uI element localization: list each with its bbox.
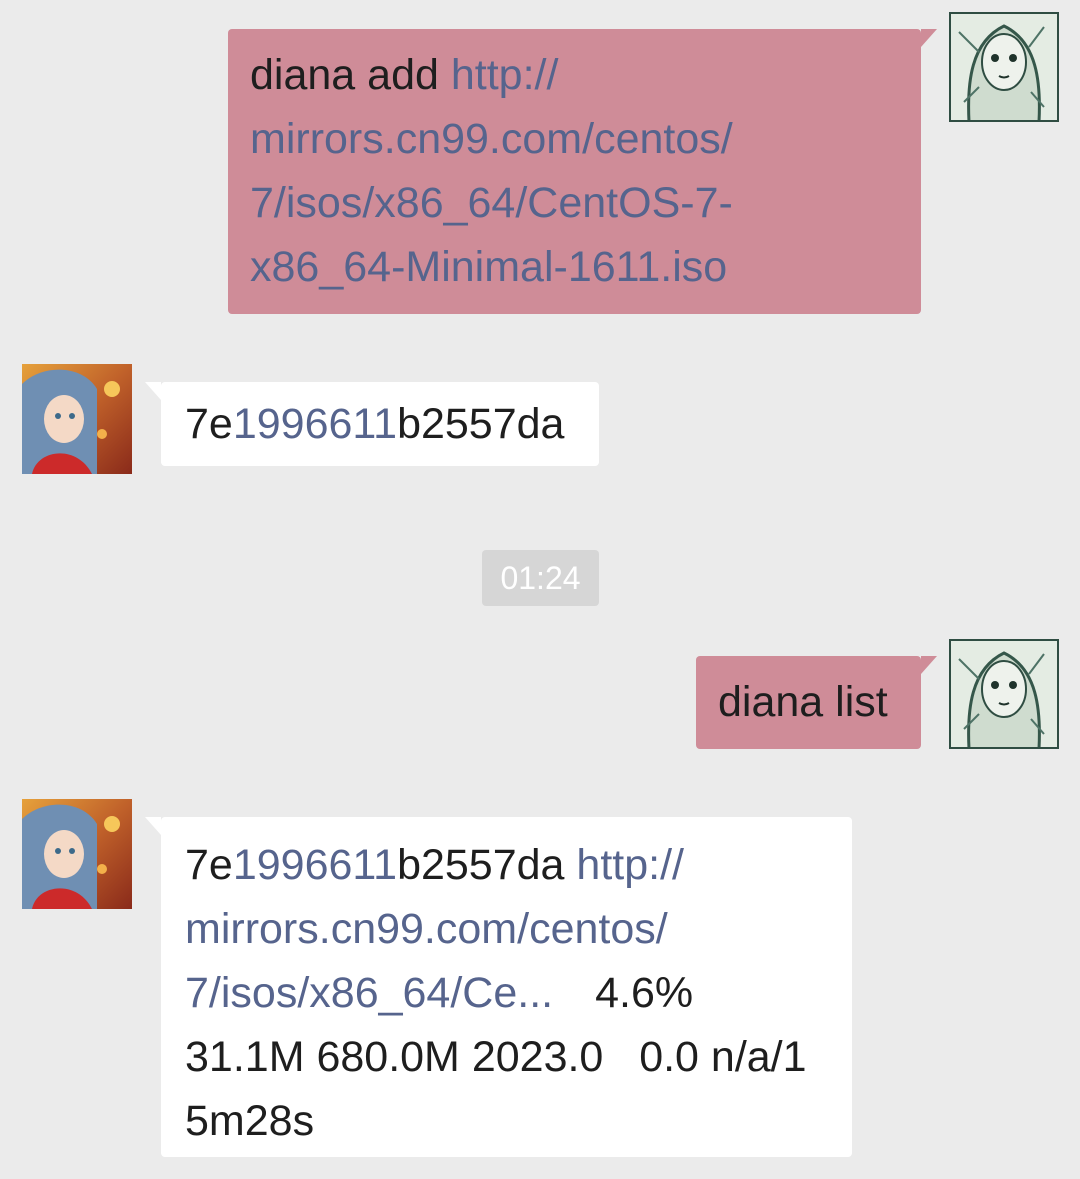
url-link-line-3[interactable]: 7/isos/x86_64/Ce... — [185, 969, 553, 1017]
self-avatar[interactable] — [949, 12, 1059, 122]
url-link-line-4[interactable]: x86_64-Minimal-1611.iso — [250, 235, 899, 299]
progress-percent: 4.6% — [595, 969, 694, 1017]
bubble-tail — [145, 382, 161, 400]
bubble-tail — [921, 656, 937, 674]
task-id-digits[interactable]: 1996611 — [233, 400, 397, 448]
incoming-message-id[interactable]: 7e1996611b2557da — [145, 382, 599, 466]
task-id-suffix: b2557da — [397, 841, 565, 889]
incoming-message-list-result[interactable]: 7e1996611b2557da http:// mirrors.cn99.co… — [145, 817, 852, 1157]
bubble-tail — [145, 817, 161, 835]
anime-girl-icon — [22, 799, 132, 909]
url-link-line-1[interactable]: http:// — [451, 51, 559, 99]
outgoing-message-list[interactable]: diana list — [696, 656, 937, 749]
stats-line: 31.1M 680.0M 2023.0 0.0 n/a/1 — [185, 1033, 807, 1081]
bubble-tail — [921, 29, 937, 47]
sketch-portrait-icon — [949, 639, 1059, 749]
anime-girl-icon — [22, 364, 132, 474]
url-link-line-2[interactable]: mirrors.cn99.com/centos/ — [250, 107, 899, 171]
eta-text: 5m28s — [185, 1097, 315, 1145]
timestamp-badge: 01:24 — [482, 550, 599, 606]
task-id-prefix: 7e — [185, 841, 233, 889]
bot-avatar[interactable] — [22, 799, 132, 909]
url-link-line-2[interactable]: mirrors.cn99.com/centos/ — [185, 897, 828, 961]
url-link-line-3[interactable]: 7/isos/x86_64/CentOS-7- — [250, 171, 899, 235]
outgoing-message-add[interactable]: diana add http:// mirrors.cn99.com/cento… — [228, 29, 937, 314]
command-text: diana list — [718, 678, 888, 726]
sketch-portrait-icon — [949, 12, 1059, 122]
self-avatar[interactable] — [949, 639, 1059, 749]
command-text: diana add — [250, 51, 439, 99]
task-id-digits[interactable]: 1996611 — [233, 841, 397, 889]
task-id-prefix: 7e — [185, 400, 233, 448]
bot-avatar[interactable] — [22, 364, 132, 474]
url-link-line-1[interactable]: http:// — [576, 841, 684, 889]
task-id-suffix: b2557da — [397, 400, 565, 448]
